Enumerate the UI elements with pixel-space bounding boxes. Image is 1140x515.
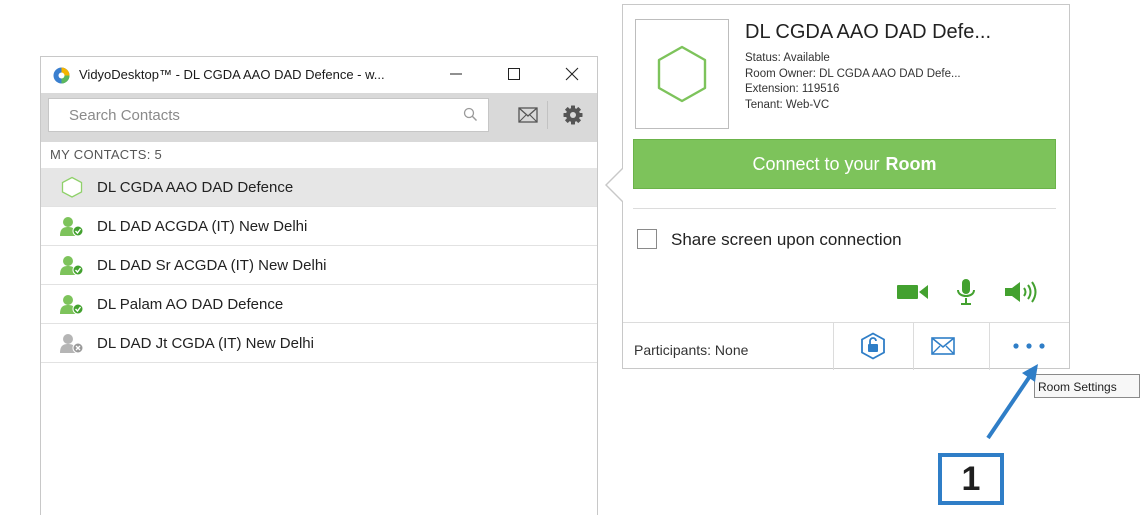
contact-item[interactable]: DL Palam AO DAD Defence [41, 285, 597, 324]
mail-icon [931, 337, 955, 355]
room-owner: Room Owner: DL CGDA AAO DAD Defe... [745, 67, 961, 80]
window-title: VidyoDesktop™ - DL CGDA AAO DAD Defence … [79, 67, 385, 82]
step-number-callout: 1 [938, 453, 1004, 505]
close-button[interactable] [549, 57, 595, 91]
connect-label: Connect to your [752, 153, 880, 174]
room-details-popup: DL CGDA AAO DAD Defe... Status: Availabl… [622, 4, 1070, 370]
maximize-button[interactable] [491, 57, 537, 91]
room-hexagon-icon [61, 176, 83, 198]
room-settings-button[interactable] [1003, 325, 1055, 367]
actions-divider [833, 323, 834, 370]
contact-item[interactable]: DL DAD Jt CGDA (IT) New Delhi [41, 324, 597, 363]
connect-label-bold: Room [885, 153, 937, 174]
room-lock-button[interactable] [847, 325, 899, 367]
share-screen-label: Share screen upon connection [671, 230, 902, 249]
close-icon [565, 67, 579, 81]
popup-pointer-fill [607, 168, 624, 202]
contact-item[interactable]: DL DAD ACGDA (IT) New Delhi [41, 207, 597, 246]
search-icon[interactable] [463, 107, 478, 122]
vidyo-desktop-window: VidyoDesktop™ - DL CGDA AAO DAD Defence … [40, 56, 598, 515]
room-actions-bar: Participants: None [623, 322, 1069, 370]
contact-item[interactable]: DL DAD Sr ACGDA (IT) New Delhi [41, 246, 597, 285]
room-hexagon-icon [657, 45, 707, 103]
popup-divider [633, 208, 1056, 209]
lock-icon [861, 332, 885, 360]
settings-button[interactable] [556, 98, 590, 132]
speaker-icon [1005, 281, 1037, 303]
contact-name: DL DAD Sr ACGDA (IT) New Delhi [97, 257, 327, 274]
share-screen-checkbox[interactable] [637, 229, 657, 249]
room-invite-button[interactable] [917, 325, 969, 367]
room-info: Status: Available Room Owner: DL CGDA AA… [745, 51, 961, 113]
contact-name: DL DAD ACGDA (IT) New Delhi [97, 218, 308, 235]
microphone-icon [957, 279, 975, 305]
title-bar[interactable]: VidyoDesktop™ - DL CGDA AAO DAD Defence … [41, 57, 597, 93]
toolbar-divider [547, 101, 548, 129]
minimize-icon [450, 73, 462, 75]
camera-toggle[interactable] [895, 277, 931, 307]
room-title: DL CGDA AAO DAD Defe... [745, 21, 992, 43]
room-status: Status: Available [745, 52, 830, 64]
room-tenant: Tenant: Web-VC [745, 98, 830, 111]
gear-icon [563, 105, 583, 125]
microphone-toggle[interactable] [948, 277, 984, 307]
messages-button[interactable] [511, 98, 545, 132]
contact-list: DL CGDA AAO DAD Defence DL DAD ACGDA (IT… [41, 168, 597, 363]
search-input[interactable] [49, 99, 469, 131]
connect-to-room-button[interactable]: Connect to your Room [633, 139, 1056, 189]
room-avatar [635, 19, 729, 129]
mail-icon [518, 107, 538, 123]
user-offline-icon [60, 334, 84, 354]
more-options-icon [1013, 343, 1045, 349]
user-available-icon [60, 295, 84, 315]
contact-name: DL Palam AO DAD Defence [97, 296, 284, 313]
actions-divider [913, 323, 914, 370]
contact-item-room[interactable]: DL CGDA AAO DAD Defence [41, 168, 597, 207]
actions-divider [989, 323, 990, 370]
speaker-toggle[interactable] [1003, 277, 1039, 307]
user-available-icon [60, 256, 84, 276]
contacts-count-header: MY CONTACTS: 5 [50, 147, 163, 162]
maximize-icon [508, 68, 520, 80]
contacts-toolbar [41, 93, 597, 142]
participants-count: Participants: None [634, 342, 749, 358]
room-settings-tooltip: Room Settings [1034, 374, 1140, 398]
user-available-icon [60, 217, 84, 237]
contact-name: DL CGDA AAO DAD Defence [97, 179, 294, 196]
vidyo-logo-icon [53, 67, 70, 84]
minimize-button[interactable] [433, 57, 479, 91]
search-box[interactable] [48, 98, 489, 132]
room-extension: Extension: 119516 [745, 83, 840, 95]
camera-icon [897, 285, 928, 299]
contact-name: DL DAD Jt CGDA (IT) New Delhi [97, 335, 314, 352]
